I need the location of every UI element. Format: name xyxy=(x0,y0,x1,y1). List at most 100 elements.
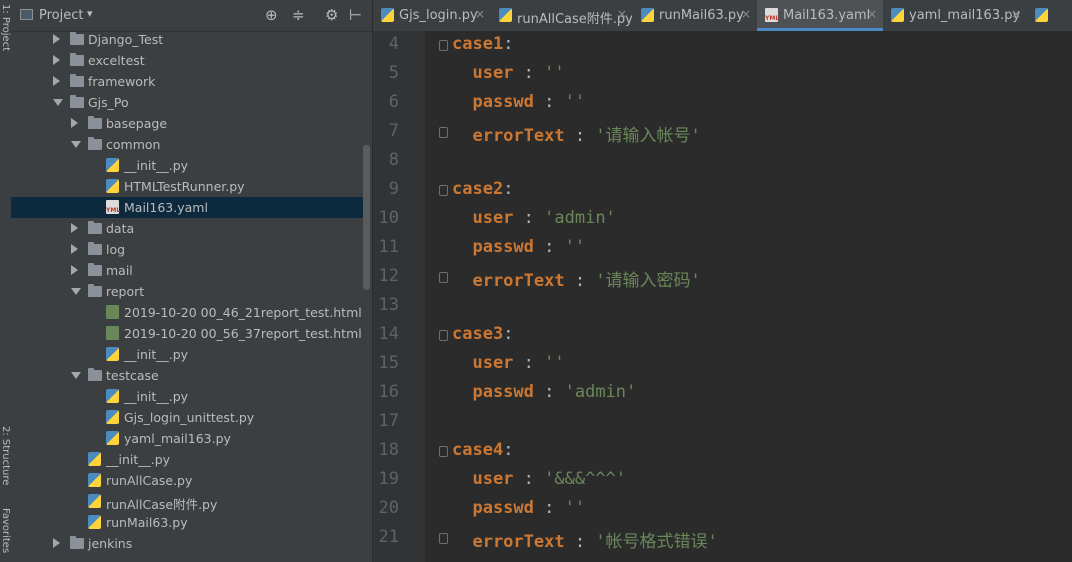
editor-tab[interactable]: runAllCase附件.py × xyxy=(491,0,633,31)
chevron-right-icon[interactable] xyxy=(53,76,60,86)
fold-marker-icon[interactable] xyxy=(439,185,448,196)
fold-marker-icon[interactable] xyxy=(439,272,448,283)
tree-item-label: testcase xyxy=(106,368,159,383)
structure-tool-tab[interactable]: 2: Structure xyxy=(0,426,11,485)
code-token: : xyxy=(564,271,596,291)
line-number: 15 xyxy=(378,353,399,373)
code-token: passwd xyxy=(452,237,534,257)
folder-icon xyxy=(70,53,84,66)
editor-tab-label: runMail63.py xyxy=(659,8,744,23)
chevron-right-icon[interactable] xyxy=(53,55,60,65)
folder-icon xyxy=(88,242,102,255)
chevron-right-icon[interactable] xyxy=(71,244,78,254)
chevron-right-icon[interactable] xyxy=(53,538,60,548)
tree-item-label: common xyxy=(106,137,161,152)
chevron-right-icon[interactable] xyxy=(71,265,78,275)
project-tool-tab[interactable]: 1: Project xyxy=(0,4,11,51)
tree-item[interactable]: Django_Test xyxy=(11,29,363,50)
code-token: : xyxy=(513,353,545,373)
line-number: 14 xyxy=(378,324,399,344)
code-token: passwd xyxy=(452,498,534,518)
close-icon[interactable]: × xyxy=(1011,7,1021,21)
fold-marker-icon[interactable] xyxy=(439,127,448,138)
tree-item[interactable]: mail xyxy=(11,260,363,281)
chevron-right-icon[interactable] xyxy=(71,223,78,233)
tree-item[interactable]: data xyxy=(11,218,363,239)
chevron-right-icon[interactable] xyxy=(71,118,78,128)
editor-tab[interactable]: Gjs_login.py × xyxy=(373,0,491,31)
code-editor[interactable]: case1: user : '' passwd : '' errorText :… xyxy=(425,31,1072,562)
chevron-down-icon[interactable] xyxy=(71,288,81,295)
line-number: 16 xyxy=(378,382,399,402)
python-file-icon xyxy=(88,515,101,529)
tree-item[interactable]: runAllCase附件.py xyxy=(11,491,363,512)
tree-item[interactable]: common xyxy=(11,134,363,155)
tree-item[interactable]: __init__.py xyxy=(11,155,363,176)
fold-marker-icon[interactable] xyxy=(439,330,448,341)
target-icon[interactable]: ⊕ xyxy=(265,6,278,24)
code-token: : xyxy=(503,324,514,344)
tree-item[interactable]: __init__.py xyxy=(11,449,363,470)
favorites-tool-tab[interactable]: Favorites xyxy=(0,508,11,553)
tree-item-label: jenkins xyxy=(88,536,133,551)
close-icon[interactable]: × xyxy=(741,7,751,21)
code-line: errorText : '帐号格式错误' xyxy=(452,527,717,552)
chevron-down-icon[interactable] xyxy=(71,141,81,148)
python-file-icon xyxy=(106,431,119,445)
project-scrollbar[interactable] xyxy=(363,145,370,290)
python-file-icon xyxy=(891,8,904,22)
chevron-right-icon[interactable] xyxy=(53,34,60,44)
tree-item[interactable]: exceltest xyxy=(11,50,363,71)
tree-item[interactable]: __init__.py xyxy=(11,344,363,365)
more-tabs-icon[interactable] xyxy=(1027,0,1057,31)
line-number: 4 xyxy=(388,34,399,54)
tree-item-label: basepage xyxy=(106,116,168,131)
folder-icon xyxy=(70,74,84,87)
tree-item-label: HTMLTestRunner.py xyxy=(124,179,245,194)
code-token: passwd xyxy=(452,382,534,402)
tree-item-label: Mail163.yaml xyxy=(124,200,208,215)
fold-marker-icon[interactable] xyxy=(439,446,448,457)
chevron-down-icon[interactable] xyxy=(53,99,63,106)
tree-item[interactable]: jenkins xyxy=(11,533,363,554)
code-token: : xyxy=(533,498,565,518)
editor-tab[interactable]: Mail163.yaml× xyxy=(757,0,883,31)
tree-item[interactable]: report xyxy=(11,281,363,302)
tree-item[interactable]: __init__.py xyxy=(11,386,363,407)
code-token: user xyxy=(452,63,514,83)
tree-item[interactable]: yaml_mail163.py xyxy=(11,428,363,449)
fold-marker-icon[interactable] xyxy=(439,533,448,544)
tree-item[interactable]: runMail63.py xyxy=(11,512,363,533)
editor-tab-label: Gjs_login.py xyxy=(399,8,478,23)
hide-icon[interactable]: ⊢ xyxy=(349,6,362,24)
python-file-icon xyxy=(499,8,512,22)
code-line: case4: xyxy=(452,440,513,460)
tree-item[interactable]: HTMLTestRunner.py xyxy=(11,176,363,197)
chevron-down-icon[interactable]: ▾ xyxy=(87,7,93,20)
tree-item[interactable]: Gjs_login_unittest.py xyxy=(11,407,363,428)
code-token: : xyxy=(513,63,545,83)
tree-item[interactable]: Gjs_Po xyxy=(11,92,363,113)
close-icon[interactable]: × xyxy=(475,7,485,21)
line-number: 6 xyxy=(388,92,399,112)
editor-tab-label: yaml_mail163.py xyxy=(909,8,1021,23)
chevron-down-icon[interactable] xyxy=(71,372,81,379)
tree-item[interactable]: runAllCase.py xyxy=(11,470,363,491)
tree-item[interactable]: 2019-10-20 00_56_37report_test.html xyxy=(11,323,363,344)
tree-item[interactable]: testcase xyxy=(11,365,363,386)
tree-item[interactable]: log xyxy=(11,239,363,260)
close-icon[interactable]: × xyxy=(617,7,627,21)
tree-item[interactable]: 2019-10-20 00_46_21report_test.html xyxy=(11,302,363,323)
collapse-icon[interactable]: ≑ xyxy=(292,6,305,24)
tree-item[interactable]: Mail163.yaml xyxy=(11,197,363,218)
tree-item[interactable]: framework xyxy=(11,71,363,92)
project-panel-title[interactable]: Project xyxy=(39,8,83,23)
code-line: errorText : '请输入帐号' xyxy=(452,121,700,146)
tree-item[interactable]: basepage xyxy=(11,113,363,134)
close-icon[interactable]: × xyxy=(867,7,877,21)
fold-marker-icon[interactable] xyxy=(439,40,448,51)
code-token: '&&&^^^' xyxy=(544,469,627,489)
editor-tab[interactable]: runMail63.py × xyxy=(633,0,757,31)
editor-tab[interactable]: yaml_mail163.py × xyxy=(883,0,1027,31)
gear-icon[interactable]: ⚙ xyxy=(325,6,338,24)
